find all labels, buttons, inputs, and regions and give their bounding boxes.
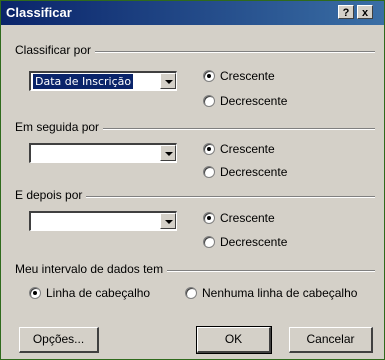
- radio-label: Crescente: [220, 142, 275, 156]
- radio-label: Nenhuma linha de cabeçalho: [202, 286, 358, 300]
- chevron-down-icon[interactable]: [160, 213, 176, 229]
- radio-label: Decrescente: [220, 235, 288, 249]
- sort-by-label: Classificar por: [15, 43, 96, 57]
- radio-label: Decrescente: [220, 165, 288, 179]
- radio-indicator[interactable]: [203, 143, 215, 155]
- radio-label: Crescente: [220, 211, 275, 225]
- options-button[interactable]: Opções...: [19, 327, 99, 353]
- close-icon: x: [361, 7, 369, 19]
- radio-indicator[interactable]: [203, 70, 215, 82]
- radio-indicator[interactable]: [203, 236, 215, 248]
- close-button[interactable]: x: [357, 5, 373, 19]
- then-by2-combobox[interactable]: [29, 211, 177, 231]
- dialog-title: Classificar: [6, 5, 72, 20]
- radio-label: Crescente: [220, 69, 275, 83]
- cancel-button[interactable]: Cancelar: [289, 327, 373, 353]
- chevron-down-icon[interactable]: [160, 73, 176, 89]
- radio-label: Decrescente: [220, 94, 288, 108]
- radio-indicator[interactable]: [29, 287, 41, 299]
- help-button[interactable]: ?: [338, 5, 354, 19]
- radio-indicator[interactable]: [203, 95, 215, 107]
- then-by-label: Em seguida por: [15, 120, 104, 134]
- range-label: Meu intervalo de dados tem: [15, 262, 168, 276]
- radio-indicator[interactable]: [185, 287, 197, 299]
- sort-dialog: Classificar ? x Classificar por Data de …: [0, 0, 385, 360]
- chevron-down-icon[interactable]: [160, 145, 176, 161]
- then-by2-label: E depois por: [15, 188, 87, 202]
- ok-button[interactable]: OK: [196, 326, 272, 354]
- radio-indicator[interactable]: [203, 212, 215, 224]
- sort-by-combobox[interactable]: Data de Inscrição: [29, 71, 177, 91]
- radio-indicator[interactable]: [203, 166, 215, 178]
- sort-by-value: Data de Inscrição: [31, 73, 135, 90]
- title-bar: Classificar ? x: [1, 1, 384, 25]
- then-by-combobox[interactable]: [29, 143, 177, 163]
- radio-label: Linha de cabeçalho: [46, 286, 151, 300]
